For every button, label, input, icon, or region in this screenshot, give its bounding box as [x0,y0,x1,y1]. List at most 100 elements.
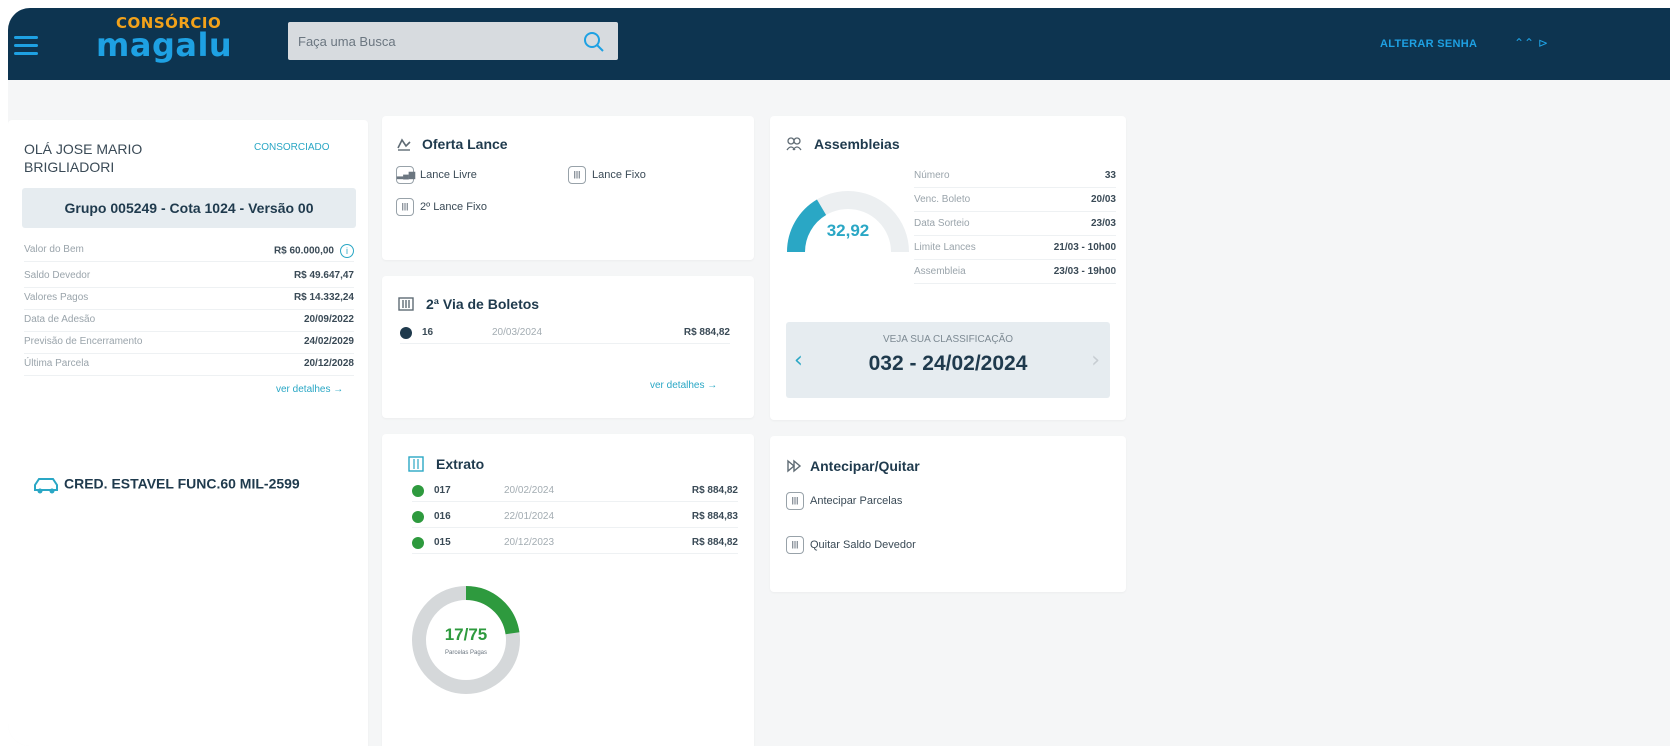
antecipar-quitar-card: Antecipar/Quitar ||| Antecipar Parcelas |… [770,436,1126,592]
kv-value: 20/12/2028 [303,358,354,369]
oferta-lance-title: Oferta Lance [422,136,508,152]
assembleia-row: Assembleia 23/03 - 19h00 [914,262,1116,284]
next-arrow-icon[interactable]: › [1091,348,1100,373]
parcela-number: 017 [434,485,451,496]
clock-icon [400,327,412,339]
bar-chart-icon: ▂▄▆ [396,166,415,184]
parcela-amount: R$ 884,83 [691,511,738,522]
kv-label: Data de Adesão [24,314,96,325]
kv-row: Data de Adesão 20/09/2022 [24,310,354,332]
barcode-icon: ||| [568,166,586,184]
segundo-lance-fixo-option[interactable]: ||| 2º Lance Fixo [396,198,487,216]
hamburger-menu-button[interactable] [8,28,48,62]
assembleia-value: 33 [1104,170,1116,181]
barcode-icon: ||| [786,492,804,510]
user-greeting: OLÁ JOSE MARIO BRIGLIADORI [24,141,143,175]
assembleia-row: Número 33 [914,166,1116,188]
kv-label: Valores Pagos [24,292,89,303]
lance-livre-label: Lance Livre [420,168,477,181]
kv-label: Previsão de Encerramento [24,336,143,347]
boleto-row[interactable]: 16 20/03/2024 R$ 884,82 [400,324,730,344]
gauge-value: 32,92 [827,221,870,240]
extrato-title: Extrato [436,456,485,472]
parcela-amount: R$ 884,82 [691,485,738,496]
extrato-row[interactable]: 017 20/02/2024 R$ 884,82 [412,482,738,502]
parcela-date: 20/12/2023 [504,537,555,548]
search-icon [584,32,604,52]
assembleias-card: Assembleias 32,92 Número 33 Venc. Boleto… [770,116,1126,420]
parcela-number: 016 [434,511,451,522]
extrato-row[interactable]: 016 22/01/2024 R$ 884,83 [412,508,738,528]
antecipar-parcelas-label: Antecipar Parcelas [810,494,903,507]
fast-forward-icon [787,459,802,473]
assembleia-row: Data Sorteio 23/03 [914,214,1116,236]
parcela-number: 015 [434,537,451,548]
gauge-progress-arc [787,199,827,253]
property-value: R$ 60.000,00 [273,245,334,257]
search-button[interactable] [582,30,606,54]
profile-card: OLÁ JOSE MARIO BRIGLIADORI CONSORCIADO G… [8,120,368,746]
barcode-icon: ||| [396,198,414,216]
assembleia-label: Número [914,170,950,181]
hamburger-icon-line [14,44,38,47]
classification-value: 032 - 24/02/2024 [868,352,1028,375]
assembleia-value: 20/03 [1090,194,1116,205]
boletos-details-link[interactable]: ver detalhes → [650,380,717,391]
assembleia-value: 21/03 - 10h00 [1053,242,1116,253]
extrato-row[interactable]: 015 20/12/2023 R$ 884,82 [412,534,738,554]
check-icon [412,511,424,523]
boleto-amount: R$ 884,82 [683,327,730,338]
people-icon [786,137,802,151]
kv-row: Última Parcela 20/12/2028 [24,354,354,376]
credit-name-text: CRED. ESTAVEL FUNC.60 MIL-2599 [64,475,300,492]
profile-details-link[interactable]: ver detalhes → [276,384,343,395]
lance-livre-option[interactable]: ▂▄▆ Lance Livre [396,166,477,184]
assembleia-label: Assembleia [914,266,966,277]
parcela-date: 22/01/2024 [504,511,555,522]
antecipar-quitar-title: Antecipar/Quitar [810,458,920,474]
assembleia-row: Venc. Boleto 20/03 [914,190,1116,212]
lance-fixo-label: Lance Fixo [592,168,646,181]
classification-box: ‹ VEJA SUA CLASSIFICAÇÃO 032 - 24/02/202… [786,322,1110,398]
kv-value: R$ 14.332,24 [293,292,354,303]
antecipar-parcelas-option[interactable]: ||| Antecipar Parcelas [786,492,902,510]
header-extra-icons[interactable]: ⌃⌃ ⊳ [1514,36,1548,50]
boletos-card: 2ª Via de Boletos 16 20/03/2024 R$ 884,8… [382,276,754,418]
quitar-saldo-option[interactable]: ||| Quitar Saldo Devedor [786,536,916,554]
classification-label: VEJA SUA CLASSIFICAÇÃO [882,334,1014,345]
assembleia-label: Venc. Boleto [914,194,971,205]
quitar-saldo-label: Quitar Saldo Devedor [810,538,916,551]
barcode-icon [398,297,414,311]
app-frame: CONSÓRCIO magalu ALTERAR SENHA ⌃⌃ ⊳ OLÁ … [8,8,1670,746]
search-box [288,22,618,60]
search-input[interactable] [288,22,578,60]
assembleia-value: 23/03 - 19h00 [1053,266,1116,277]
lance-gauge-chart: 32,92 [787,191,909,253]
statement-icon [408,456,424,472]
hand-bid-icon [397,138,411,151]
car-icon [34,478,58,494]
info-icon[interactable]: i [340,244,354,258]
boleto-number: 16 [422,327,434,338]
check-icon [412,537,424,549]
logo-wordmark: magalu [96,26,233,64]
assembleia-label: Data Sorteio [914,218,970,229]
donut-label: Parcelas Pagas [445,650,487,656]
segundo-lance-fixo-label: 2º Lance Fixo [420,200,487,213]
barcode-icon: ||| [786,536,804,554]
lance-fixo-option[interactable]: ||| Lance Fixo [568,166,646,184]
oferta-lance-card: Oferta Lance ▂▄▆ Lance Livre ||| Lance Fix… [382,116,754,260]
assembleias-title: Assembleias [814,136,900,152]
change-password-link[interactable]: ALTERAR SENHA [1380,38,1477,50]
hamburger-icon [14,36,38,39]
extrato-card: Extrato 017 20/02/2024 R$ 884,82 016 22/… [382,434,754,746]
hamburger-icon-line [14,52,38,55]
consorcio-magalu-logo[interactable]: CONSÓRCIO magalu [96,10,266,74]
assembleia-label: Limite Lances [914,242,976,253]
kv-row: Valores Pagos R$ 14.332,24 [24,288,354,310]
boletos-title: 2ª Via de Boletos [426,296,540,312]
credit-name[interactable]: CRED. ESTAVEL FUNC.60 MIL-2599 [32,474,300,496]
assembleia-row: Limite Lances 21/03 - 10h00 [914,238,1116,260]
group-quota-info: Grupo 005249 - Cota 1024 - Versão 00 [22,188,356,228]
kv-value: R$ 49.647,47 [293,270,354,281]
